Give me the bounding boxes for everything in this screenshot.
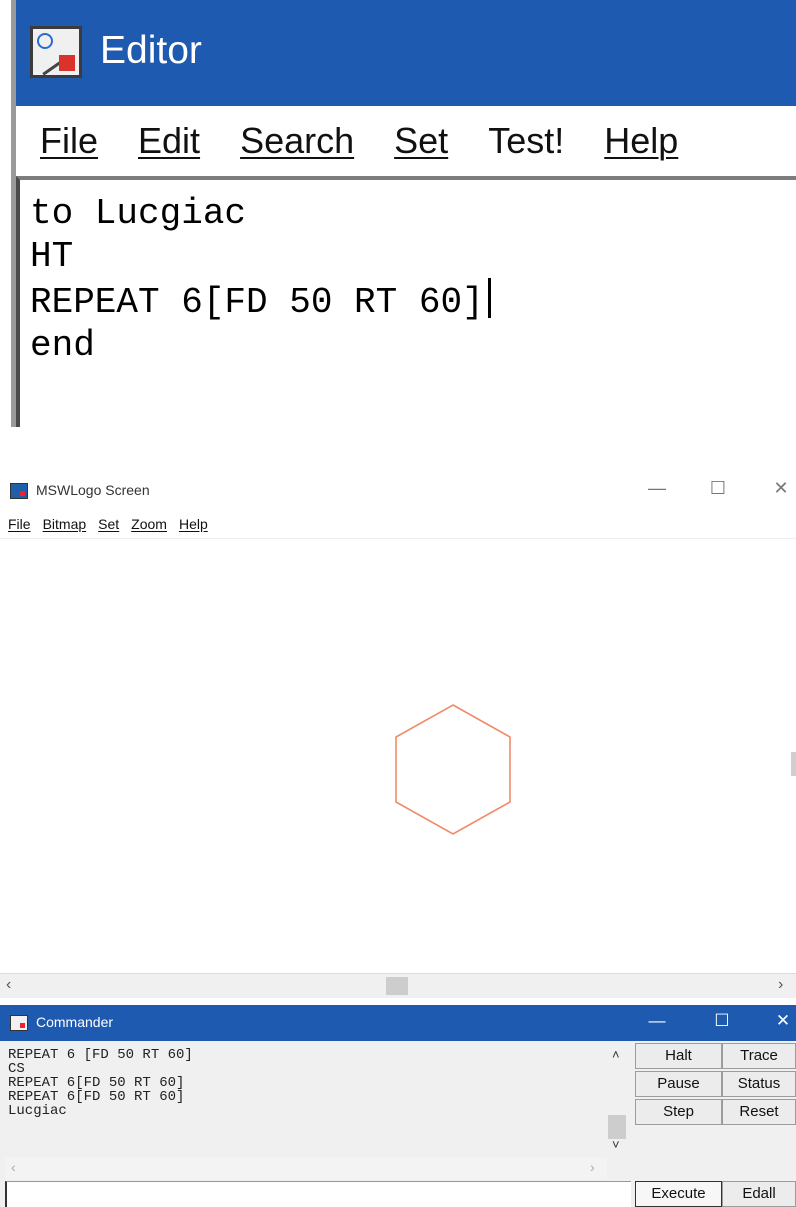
- history-horizontal-scrollbar[interactable]: ‹ ›: [5, 1157, 607, 1179]
- execute-button[interactable]: Execute: [635, 1181, 722, 1207]
- maximize-button[interactable]: ☐: [707, 1011, 737, 1031]
- edall-button[interactable]: Edall: [722, 1181, 796, 1207]
- logo-menu-file[interactable]: File: [8, 516, 31, 538]
- editor-menu-set[interactable]: Set: [394, 120, 448, 162]
- command-history[interactable]: REPEAT 6 [FD 50 RT 60] CS REPEAT 6[FD 50…: [5, 1045, 632, 1157]
- scroll-right-arrow[interactable]: ›: [778, 976, 783, 994]
- editor-title: Editor: [100, 29, 202, 72]
- close-button[interactable]: ✕: [768, 1011, 796, 1031]
- maximize-button[interactable]: ☐: [703, 478, 733, 499]
- logo-menu-set[interactable]: Set: [98, 516, 119, 538]
- scroll-left-arrow[interactable]: ‹: [11, 1159, 16, 1175]
- history-line: REPEAT 6[FD 50 RT 60]: [8, 1089, 185, 1105]
- code-line: REPEAT 6[FD 50 RT 60]: [30, 282, 484, 323]
- scrollbar-thumb[interactable]: [386, 977, 408, 995]
- close-button[interactable]: ✕: [766, 478, 796, 499]
- pause-button[interactable]: Pause: [635, 1071, 722, 1097]
- editor-menu-edit[interactable]: Edit: [138, 120, 200, 162]
- logo-title: MSWLogo Screen: [36, 482, 150, 498]
- history-line: CS: [8, 1061, 25, 1077]
- logo-menubar: File Bitmap Set Zoom Help: [8, 516, 220, 538]
- halt-button[interactable]: Halt: [635, 1043, 722, 1069]
- reset-button[interactable]: Reset: [722, 1099, 796, 1125]
- scroll-up-arrow[interactable]: ˄: [612, 1047, 620, 1062]
- editor-menu-file[interactable]: File: [40, 120, 98, 162]
- logo-menu-help[interactable]: Help: [179, 516, 208, 538]
- logo-menu-zoom[interactable]: Zoom: [131, 516, 167, 538]
- drawing-canvas[interactable]: [0, 538, 796, 973]
- history-vertical-scrollbar[interactable]: ˄ ˅: [607, 1045, 629, 1155]
- hexagon-drawing: [395, 704, 511, 835]
- history-line: Lucgiac: [8, 1103, 67, 1119]
- code-line: end: [30, 325, 95, 366]
- commander-app-icon: [10, 1015, 28, 1031]
- editor-menu-help[interactable]: Help: [604, 120, 678, 162]
- status-button[interactable]: Status: [722, 1071, 796, 1097]
- commander-title: Commander: [36, 1014, 114, 1030]
- history-line: REPEAT 6 [FD 50 RT 60]: [8, 1047, 193, 1063]
- vertical-scrollbar-thumb[interactable]: [791, 752, 796, 776]
- editor-menu-test[interactable]: Test!: [488, 120, 564, 162]
- editor-menubar: File Edit Search Set Test! Help: [16, 106, 796, 176]
- step-button[interactable]: Step: [635, 1099, 722, 1125]
- minimize-button[interactable]: —: [642, 478, 672, 499]
- commander-window: Commander — ☐ ✕ REPEAT 6 [FD 50 RT 60] C…: [0, 1005, 796, 1207]
- scroll-left-arrow[interactable]: ‹: [6, 976, 11, 994]
- scroll-down-arrow[interactable]: ˅: [612, 1137, 620, 1152]
- command-input[interactable]: [5, 1181, 631, 1207]
- editor-text-area[interactable]: to Lucgiac HT REPEAT 6[FD 50 RT 60] end: [16, 176, 796, 427]
- logo-horizontal-scrollbar[interactable]: ‹ ›: [0, 973, 796, 998]
- trace-button[interactable]: Trace: [722, 1043, 796, 1069]
- scrollbar-thumb[interactable]: [608, 1115, 626, 1139]
- logo-menu-bitmap[interactable]: Bitmap: [43, 516, 87, 538]
- history-line: REPEAT 6[FD 50 RT 60]: [8, 1075, 185, 1091]
- editor-menu-search[interactable]: Search: [240, 120, 354, 162]
- editor-window: Editor File Edit Search Set Test! Help t…: [0, 0, 796, 427]
- code-line-with-caret: REPEAT 6[FD 50 RT 60]: [30, 278, 796, 324]
- scroll-right-arrow[interactable]: ›: [590, 1159, 595, 1175]
- mswlogo-screen-window: MSWLogo Screen — ☐ ✕ File Bitmap Set Zoo…: [0, 468, 796, 998]
- text-caret: [487, 278, 491, 318]
- commander-titlebar[interactable]: [0, 1005, 796, 1041]
- minimize-button[interactable]: —: [642, 1011, 672, 1031]
- code-line: HT: [30, 236, 74, 277]
- code-line: to Lucgiac: [30, 193, 247, 234]
- logo-app-icon: [10, 483, 28, 499]
- editor-app-icon: [30, 26, 82, 78]
